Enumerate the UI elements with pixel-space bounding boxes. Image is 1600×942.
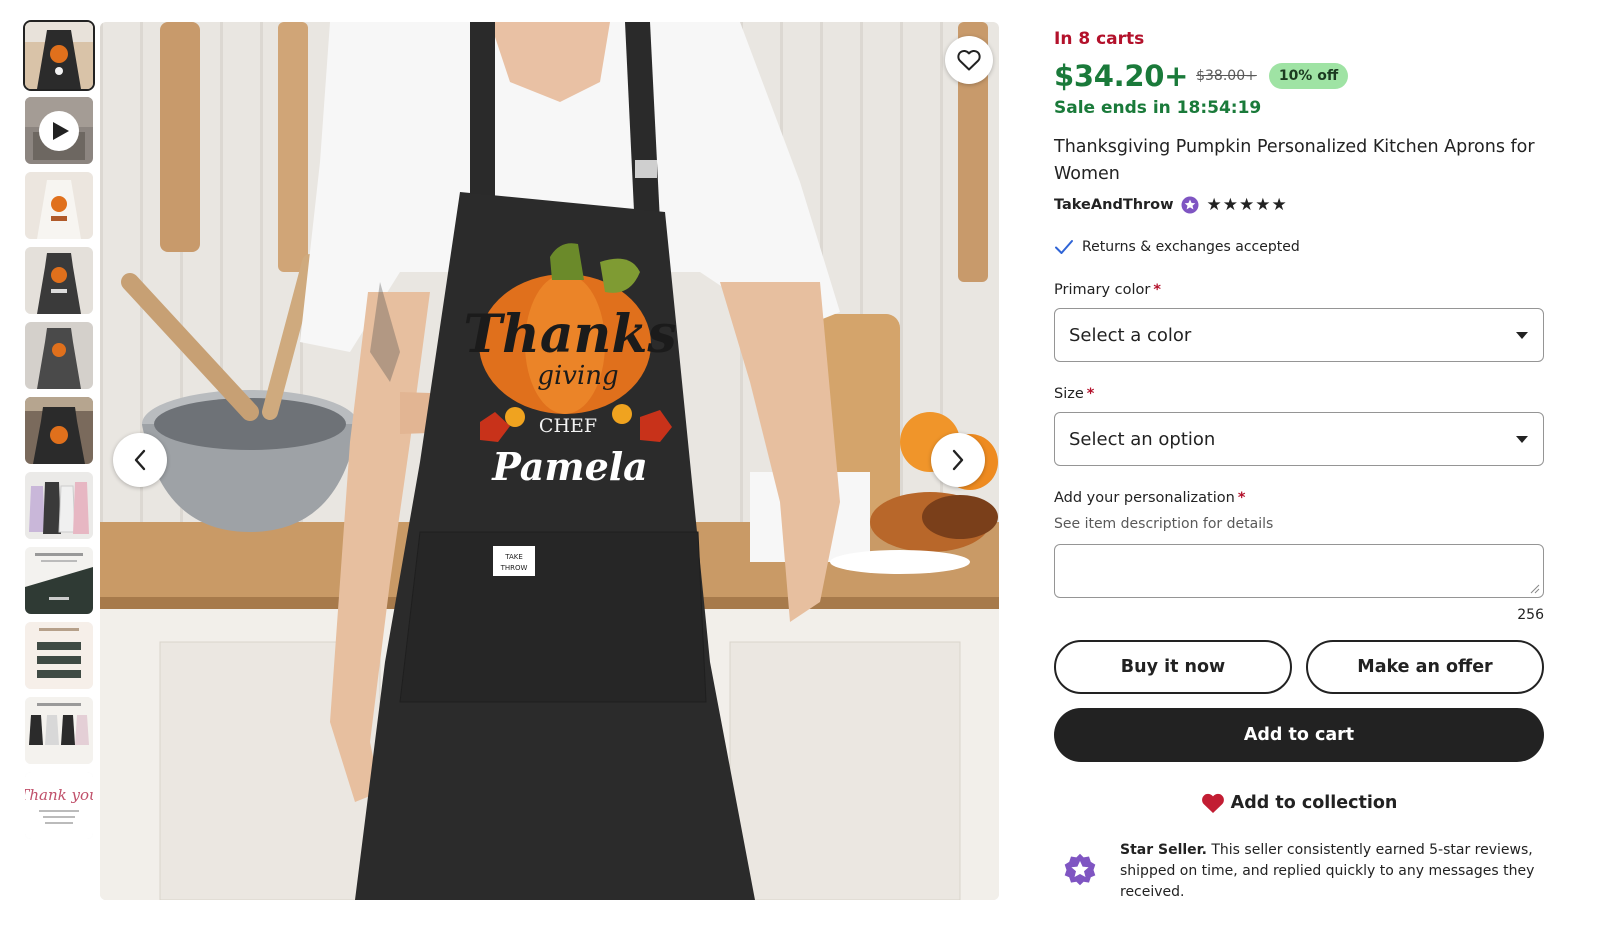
listing-title: Thanksgiving Pumpkin Personalized Kitche… bbox=[1054, 137, 1535, 184]
add-to-collection-label: Add to collection bbox=[1230, 793, 1398, 813]
returns-text: Returns & exchanges accepted bbox=[1082, 239, 1300, 255]
star-seller-text: Star Seller. This seller consistently ea… bbox=[1120, 840, 1546, 903]
check-icon bbox=[1055, 240, 1073, 254]
pocket-label-throw: THROW bbox=[500, 564, 528, 572]
thumb-thank-you-card[interactable]: Thank you bbox=[25, 772, 93, 839]
character-counter: 256 bbox=[1517, 607, 1544, 623]
buy-it-now-button[interactable]: Buy it now bbox=[1054, 640, 1292, 694]
sale-price: $34.20+ bbox=[1054, 59, 1189, 93]
previous-image-button[interactable] bbox=[113, 433, 167, 487]
secondary-actions: Buy it now Make an offer bbox=[1054, 640, 1544, 694]
favorite-button[interactable] bbox=[945, 36, 993, 84]
heart-filled-icon bbox=[1201, 793, 1224, 813]
star-seller-info: Star Seller. This seller consistently ea… bbox=[1062, 840, 1546, 903]
next-image-button[interactable] bbox=[931, 433, 985, 487]
required-marker: * bbox=[1237, 490, 1246, 506]
apron-text-thanks: Thanks bbox=[463, 304, 676, 365]
personalization-textarea[interactable] bbox=[1054, 544, 1544, 598]
primary-color-select[interactable]: Select a color bbox=[1054, 308, 1544, 362]
thumb-apron-main[interactable] bbox=[23, 20, 95, 91]
returns-policy: Returns & exchanges accepted bbox=[1054, 236, 1544, 258]
in-carts-notice: In 8 carts bbox=[1054, 29, 1145, 49]
apron-photo: Thanks giving CHEF Pamela TAKE THROW bbox=[100, 22, 999, 900]
star-seller-badge-icon bbox=[1062, 840, 1100, 903]
required-marker: * bbox=[1153, 282, 1161, 298]
main-product-image[interactable]: Thanks giving CHEF Pamela TAKE THROW bbox=[100, 22, 999, 900]
chevron-right-icon bbox=[952, 449, 964, 471]
primary-color-label: Primary color * bbox=[1054, 282, 1161, 298]
caret-down-icon bbox=[1516, 435, 1528, 443]
thumb-personalization-guide[interactable] bbox=[25, 622, 93, 689]
personalization-label: Add your personalization * bbox=[1054, 490, 1246, 506]
star-seller-badge-icon bbox=[1181, 196, 1199, 214]
sale-countdown: Sale ends in 18:54:19 bbox=[1054, 98, 1262, 118]
required-marker: * bbox=[1086, 386, 1095, 402]
size-label: Size * bbox=[1054, 386, 1095, 402]
apron-text-giving: giving bbox=[537, 361, 618, 391]
primary-color-value: Select a color bbox=[1069, 324, 1192, 346]
purchase-panel: In 8 carts $34.20+ $38.00+ 10% off Sale … bbox=[1054, 26, 1544, 818]
thumb-video[interactable] bbox=[25, 97, 93, 164]
size-value: Select an option bbox=[1069, 428, 1216, 450]
thumb-size-chart[interactable] bbox=[25, 547, 93, 614]
thank-you-text: Thank you bbox=[25, 786, 93, 804]
seller-name-link[interactable]: TakeAndThrow bbox=[1054, 197, 1174, 213]
caret-down-icon bbox=[1516, 331, 1528, 339]
play-icon bbox=[39, 110, 79, 151]
thumb-apron-white[interactable] bbox=[25, 172, 93, 239]
seller-row: TakeAndThrow ★★★★★ bbox=[1054, 194, 1544, 216]
thumb-apron-model-2[interactable] bbox=[25, 247, 93, 314]
personalization-help: See item description for details bbox=[1054, 516, 1274, 532]
apron-text-name: Pamela bbox=[491, 444, 648, 489]
original-price: $38.00+ bbox=[1196, 68, 1257, 84]
discount-badge: 10% off bbox=[1268, 63, 1349, 89]
heart-outline-icon bbox=[957, 49, 981, 71]
rating-stars[interactable]: ★★★★★ bbox=[1207, 195, 1288, 215]
thumb-apron-colors[interactable] bbox=[25, 472, 93, 539]
size-select[interactable]: Select an option bbox=[1054, 412, 1544, 466]
thumb-apron-model-4[interactable] bbox=[25, 397, 93, 464]
thumb-apron-model-3[interactable] bbox=[25, 322, 93, 389]
thumb-apron-options[interactable] bbox=[25, 697, 93, 764]
add-to-cart-button[interactable]: Add to cart bbox=[1054, 708, 1544, 762]
price-row: $34.20+ $38.00+ 10% off bbox=[1054, 58, 1544, 94]
make-an-offer-button[interactable]: Make an offer bbox=[1306, 640, 1544, 694]
add-to-collection-button[interactable]: Add to collection bbox=[1054, 788, 1544, 818]
star-seller-title: Star Seller. bbox=[1120, 842, 1207, 858]
pocket-label-take: TAKE bbox=[504, 553, 523, 561]
resize-grip-icon[interactable] bbox=[1530, 584, 1540, 594]
chevron-left-icon bbox=[134, 449, 146, 471]
apron-text-chef: CHEF bbox=[539, 415, 597, 437]
